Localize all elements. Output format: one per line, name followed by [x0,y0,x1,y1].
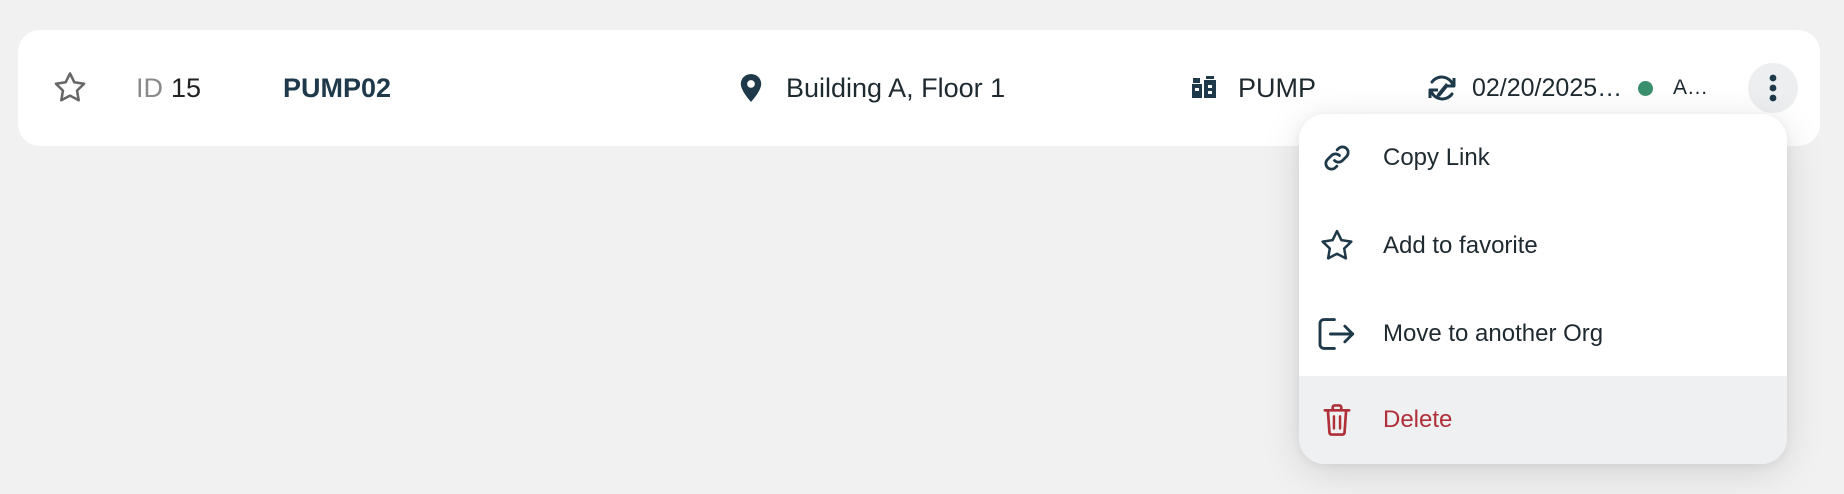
menu-item-label: Add to favorite [1383,232,1538,259]
link-icon [1317,138,1357,178]
equipment-type-icon [1190,75,1218,101]
type-text: PUMP [1238,72,1317,103]
location-text: Building A, Floor 1 [786,72,1006,103]
trash-icon [1317,400,1357,440]
status-dot [1638,80,1653,96]
asset-name[interactable]: PUMP02 [283,70,391,106]
asset-location: Building A, Floor 1 [738,70,1005,106]
menu-item-label: Delete [1383,406,1453,433]
id-prefix-label: ID [136,72,163,103]
menu-item-label: Move to another Org [1383,320,1604,347]
date-text: 02/20/2025… [1472,73,1623,102]
favorite-star-button[interactable] [48,66,92,110]
row-actions-menu: Copy Link Add to favorite Move to anothe… [1299,114,1787,464]
asset-status: A… [1638,70,1708,106]
menu-item-add-favorite[interactable]: Add to favorite [1299,202,1787,290]
map-pin-icon [738,73,764,103]
status-text: A… [1673,76,1709,99]
menu-item-label: Copy Link [1383,144,1490,171]
asset-type: PUMP [1190,70,1316,106]
asset-date: 02/20/2025… [1426,70,1622,106]
id-value: 15 [171,72,202,103]
menu-item-copy-link[interactable]: Copy Link [1299,114,1787,202]
menu-item-delete[interactable]: Delete [1299,376,1787,464]
star-icon [1317,226,1357,266]
calibration-icon [1426,73,1458,103]
more-vertical-icon [1769,74,1777,102]
move-out-icon [1317,314,1357,354]
star-outline-icon [54,72,86,102]
asset-id: ID 15 [136,70,201,106]
more-options-button[interactable] [1748,63,1798,113]
menu-item-move-org[interactable]: Move to another Org [1299,290,1787,378]
